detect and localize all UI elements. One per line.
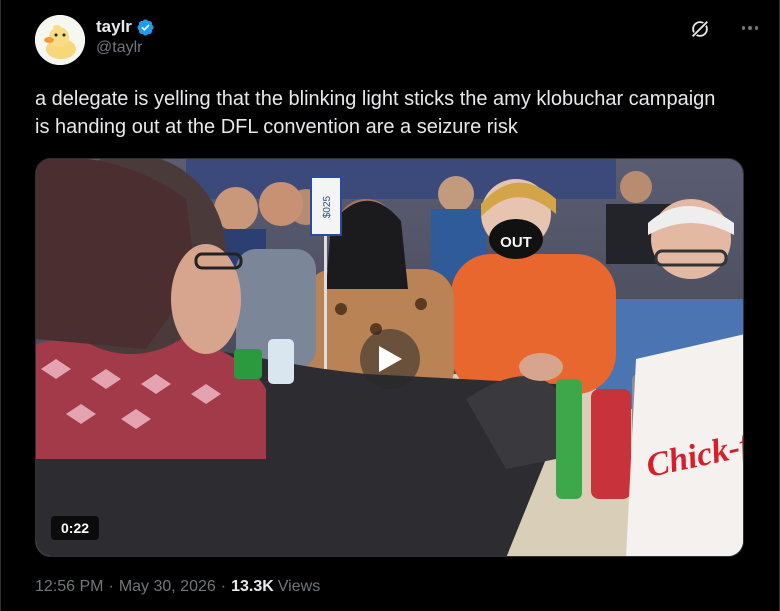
author-names: taylr @taylr: [96, 17, 155, 57]
tweet-date[interactable]: May 30, 2026: [119, 578, 216, 596]
tweet-card[interactable]: taylr @taylr a delegate is yelling that …: [0, 0, 780, 611]
tweet-header: taylr @taylr: [35, 14, 761, 66]
separator: ·: [108, 578, 114, 595]
grok-icon[interactable]: [689, 18, 711, 40]
views-label: Views: [277, 578, 321, 595]
mask-text: OUT: [500, 234, 532, 251]
video-player[interactable]: $025 Chick-f OUT 0:22: [35, 158, 744, 557]
tweet-time[interactable]: 12:56 PM: [35, 578, 103, 596]
separator: ·: [220, 578, 227, 595]
views-count: 13.3K: [231, 578, 274, 595]
play-icon: [379, 346, 402, 372]
more-options-icon[interactable]: [739, 20, 761, 36]
handle[interactable]: @taylr: [96, 39, 155, 57]
display-name[interactable]: taylr: [96, 17, 132, 37]
avatar[interactable]: [35, 15, 85, 65]
sign-text: $025: [322, 195, 333, 218]
tweet-text: a delegate is yelling that the blinking …: [35, 88, 716, 138]
play-button[interactable]: [360, 329, 420, 389]
video-duration: 0:22: [51, 516, 100, 540]
duck-avatar-icon: [35, 15, 85, 65]
verified-badge-icon: [137, 18, 154, 36]
tweet-metadata: 12:56 PM · May 30, 2026 · 13.3K Views: [35, 578, 320, 596]
